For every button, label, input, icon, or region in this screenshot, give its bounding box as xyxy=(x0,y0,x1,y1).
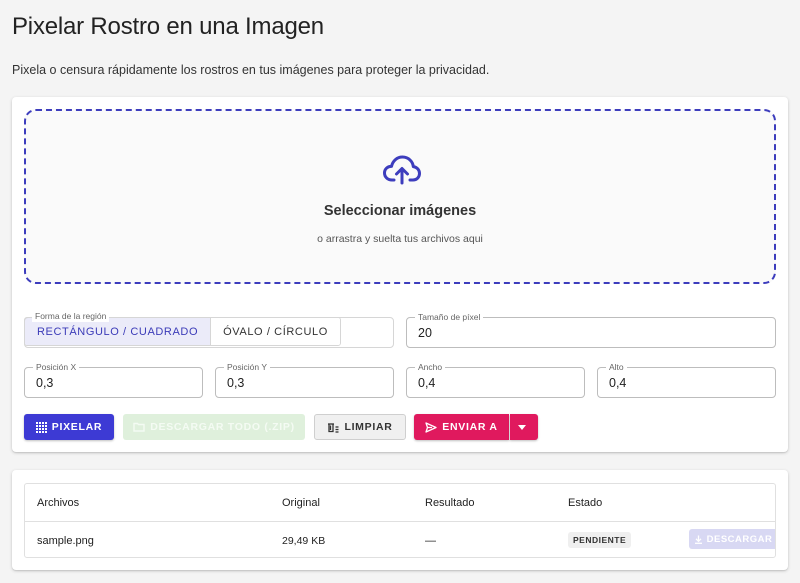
download-icon xyxy=(694,535,702,544)
position-y-input[interactable]: Posición Y 0,3 xyxy=(215,361,394,398)
column-header-original: Original xyxy=(282,497,320,509)
files-table: Archivos Original Resultado Estado sampl… xyxy=(24,483,776,558)
width-value: 0,4 xyxy=(418,376,436,390)
row-download-button[interactable]: DESCARGAR xyxy=(689,529,775,549)
status-badge: PENDIENTE xyxy=(568,532,632,548)
region-shape-label: Forma de la región xyxy=(32,310,110,322)
file-name: sample.png xyxy=(37,535,94,547)
height-value: 0,4 xyxy=(609,376,627,390)
pixelar-button[interactable]: PIXELAR xyxy=(24,414,114,440)
header-divider xyxy=(25,521,775,522)
position-x-value: 0,3 xyxy=(36,376,54,390)
dropzone-title: Seleccionar imágenes xyxy=(323,203,477,219)
file-original-size: 29,49 KB xyxy=(282,535,326,547)
row-download-label: DESCARGAR xyxy=(706,533,773,545)
width-label: Ancho xyxy=(415,361,446,373)
send-icon xyxy=(425,421,437,433)
tool-card: Seleccionar imágenes o arrastra y suelta… xyxy=(12,97,788,452)
send-to-label: ENVIAR A xyxy=(442,421,498,433)
pixel-grid-icon xyxy=(35,421,47,433)
page-subtitle: Pixela o censura rápidamente los rostros… xyxy=(12,63,490,77)
pixel-size-label: Tamaño de píxel xyxy=(415,311,484,323)
height-input[interactable]: Alto 0,4 xyxy=(597,361,776,398)
file-result: — xyxy=(425,535,436,547)
clear-button[interactable]: LIMPIAR xyxy=(314,414,406,440)
download-all-label: DESCARGAR TODO (.ZIP) xyxy=(150,421,295,433)
column-header-files: Archivos xyxy=(37,497,80,509)
image-dropzone[interactable]: Seleccionar imágenes o arrastra y suelta… xyxy=(24,109,776,284)
pixel-size-value: 20 xyxy=(418,326,432,340)
column-header-status: Estado xyxy=(568,497,603,509)
files-card: Archivos Original Resultado Estado sampl… xyxy=(12,470,788,570)
pixel-size-input[interactable]: Tamaño de píxel 20 xyxy=(406,311,776,348)
region-shape-field: RECTÁNGULO / CUADRADO ÓVALO / CÍRCULO Fo… xyxy=(24,310,394,348)
download-all-zip-button[interactable]: DESCARGAR TODO (.ZIP) xyxy=(123,414,305,440)
toggle-rectangle[interactable]: RECTÁNGULO / CUADRADO xyxy=(25,318,212,345)
page-title: Pixelar Rostro en una Imagen xyxy=(12,13,324,40)
caret-down-icon xyxy=(517,424,526,430)
height-label: Alto xyxy=(606,361,627,373)
send-to-dropdown-button[interactable] xyxy=(510,414,538,440)
dropzone-subtitle: o arrastra y suelta tus archivos aqui xyxy=(317,233,483,245)
toggle-oval[interactable]: ÓVALO / CÍRCULO xyxy=(211,318,340,345)
cloud-upload-icon xyxy=(383,155,421,185)
width-input[interactable]: Ancho 0,4 xyxy=(406,361,585,398)
send-to-button[interactable]: ENVIAR A xyxy=(414,414,509,440)
column-header-result: Resultado xyxy=(425,497,475,509)
folder-zip-icon xyxy=(133,422,145,432)
clear-label: LIMPIAR xyxy=(344,421,393,433)
position-x-label: Posición X xyxy=(33,361,80,373)
pixelar-label: PIXELAR xyxy=(51,421,103,433)
position-x-input[interactable]: Posición X 0,3 xyxy=(24,361,203,398)
position-y-value: 0,3 xyxy=(227,376,245,390)
clear-all-icon xyxy=(328,422,339,433)
position-y-label: Posición Y xyxy=(224,361,271,373)
